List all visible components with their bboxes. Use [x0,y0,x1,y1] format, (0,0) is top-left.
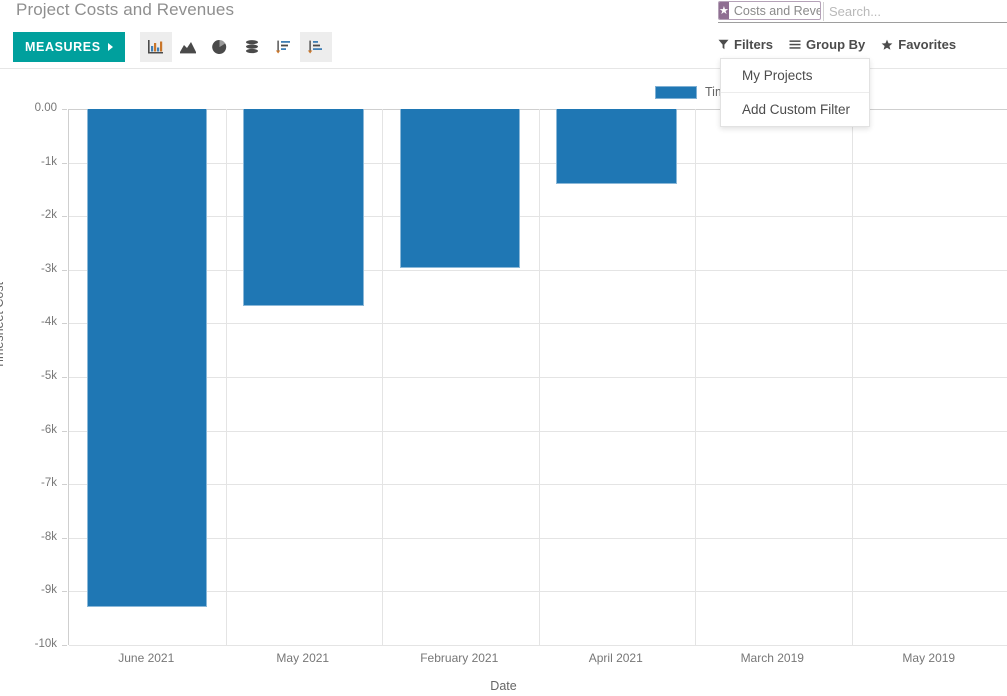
bar-chart-icon-button[interactable] [139,32,172,62]
x-axis-tick-label: June 2021 [118,651,175,665]
pie-chart-icon [212,39,227,54]
filters-label: Filters [734,37,774,52]
search-facet[interactable]: ★ Costs and Revenues ✖ [718,1,821,20]
stacked-database-icon-button[interactable] [236,32,268,62]
plot-area [68,109,1007,646]
y-axis-tick-mark [62,645,67,646]
category-gridline [225,109,227,645]
category-gridline [538,109,540,645]
search-bar[interactable]: ★ Costs and Revenues ✖ [718,0,1007,23]
chart-bar[interactable] [556,109,677,185]
caret-right-icon [107,43,113,51]
gridline [69,645,1007,646]
breadcrumb: Project Costs and Revenues [16,0,235,19]
x-axis-labels: June 2021 May 2021 February 2021 April 2021… [68,651,1007,671]
x-axis-tick-label: March 2019 [740,651,804,665]
y-axis-tick-label: -4k [41,316,57,329]
search-options-row: Filters Group By Favorites [718,37,1007,52]
x-axis-tick-label: February 2021 [420,651,499,665]
y-axis-tick-label: -3k [41,262,57,275]
y-axis-tick-mark [62,484,67,486]
chart-bar[interactable] [399,109,521,268]
bar-chart: Timesheet Cost 0.00 -1k -2k -3k -4k -5k -6k -7k… [0,69,1007,696]
star-icon: ★ [719,2,729,19]
y-axis-tick-mark [62,377,67,378]
sort-ascending-icon [308,40,323,54]
pie-chart-icon-button[interactable] [204,32,236,62]
y-axis-tick-mark [62,323,67,325]
y-axis-tick-label: -8k [41,530,57,543]
gantt-bar-chart-page: Project Costs and Revenues MEASURES ★ Co… [0,0,1007,696]
filters-toggle[interactable]: Filters [718,37,773,52]
y-axis-tick-mark [62,430,67,432]
star-outline-icon [881,39,893,50]
x-axis-tick-label: May 2021 [276,651,330,665]
facet-label: Costs and Revenues [733,3,821,18]
y-axis-tick-mark [62,109,67,110]
y-axis-tick-label: -1k [41,155,57,168]
favorites-toggle[interactable]: Favorites [881,37,956,52]
category-gridline [695,109,696,645]
stacked-icon [245,40,258,54]
y-axis-tick-mark [62,537,67,539]
view-toolbar: MEASURES [13,32,332,62]
y-axis-tick-label: -7k [41,477,57,490]
y-axis-tick-mark [62,162,67,164]
group-by-label: Group By [806,37,866,52]
favorites-label: Favorites [898,37,957,52]
filter-option-my-projects[interactable]: My Projects [721,59,869,92]
sort-descending-icon [276,40,291,54]
legend-swatch-timesheet-cost [655,85,697,99]
chart-bar[interactable] [86,109,208,608]
filter-icon [718,39,729,50]
sort-ascending-icon-button[interactable] [299,32,332,62]
sort-descending-icon-button[interactable] [268,32,300,62]
y-axis-tick-label: -2k [41,209,57,222]
search-input[interactable] [823,2,1007,21]
y-axis-tick-label: -9k [41,584,57,597]
x-axis-tick-label: April 2021 [588,651,643,665]
y-axis-tick-mark [62,591,67,593]
group-by-toggle[interactable]: Group By [789,37,865,52]
x-axis-title: Date [490,679,517,693]
chart-bar[interactable] [243,109,364,306]
filter-option-add-custom-filter[interactable]: Add Custom Filter [721,92,869,126]
line-chart-icon [179,42,196,54]
y-axis-tick-label: -10k [34,638,57,650]
measures-button[interactable]: MEASURES [13,32,125,62]
y-axis-tick-mark [62,269,67,271]
control-panel: Project Costs and Revenues MEASURES ★ Co… [0,0,1007,127]
category-gridline [851,109,853,645]
filters-dropdown-menu: My Projects Add Custom Filter [720,58,870,127]
category-gridline [382,109,383,645]
hamburger-icon [789,40,801,49]
measures-label: MEASURES [25,40,101,54]
y-axis-tick-mark [62,216,67,218]
bar-chart-icon [148,40,164,54]
y-axis-title: Timesheet Cost [0,281,6,369]
x-axis-tick-label: May 2019 [902,651,956,665]
y-axis-tick-label: 0.00 [34,102,57,114]
y-axis-tick-label: -6k [41,423,57,436]
line-chart-icon-button[interactable] [172,32,204,62]
y-axis-labels: 0.00 -1k -2k -3k -4k -5k -6k -7k -8k -9k -10k [0,102,67,650]
y-axis-tick-label: -5k [41,370,57,382]
chart-type-group [139,32,332,62]
